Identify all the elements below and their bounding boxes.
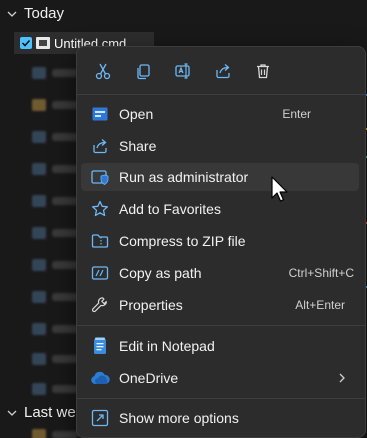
blurred-text [52, 133, 78, 141]
list-item[interactable] [32, 66, 80, 80]
menu-divider [77, 325, 365, 326]
list-item[interactable] [32, 382, 80, 396]
list-item[interactable] [32, 194, 80, 208]
list-item[interactable] [32, 162, 80, 176]
selection-checkbox[interactable] [20, 37, 32, 49]
list-item[interactable] [32, 352, 80, 366]
blurred-text [52, 293, 78, 301]
list-item[interactable] [32, 428, 80, 438]
blurred-text [52, 355, 78, 363]
menu-item-label: Copy as path [119, 265, 202, 281]
menu-item-edit-in-notepad[interactable]: Edit in Notepad [81, 332, 359, 360]
menu-item-run-as-admin[interactable]: Run as administrator [81, 163, 359, 191]
copy-icon [137, 64, 150, 80]
file-icon [32, 259, 46, 271]
explorer-window: Today Untitled.cmd Last wee Open Enter S… [0, 0, 367, 438]
delete-icon [257, 64, 269, 79]
cut-icon [95, 63, 111, 80]
blurred-text [52, 229, 78, 237]
menu-item-label: Share [119, 138, 157, 154]
file-icon [32, 67, 46, 79]
checkmark-icon [21, 39, 31, 47]
menu-item-label: Run as administrator [119, 169, 249, 185]
file-icon [32, 227, 46, 239]
zip-folder-icon [90, 231, 110, 251]
menu-item-label: Edit in Notepad [119, 338, 215, 354]
show-more-icon [90, 408, 110, 428]
menu-item-copy-as-path[interactable]: Copy as path Ctrl+Shift+C [81, 259, 359, 287]
menu-item-compress-zip[interactable]: Compress to ZIP file [81, 227, 359, 255]
file-icon [32, 291, 46, 303]
menu-divider [77, 398, 365, 399]
menu-item-label: Add to Favorites [119, 201, 221, 217]
cmd-file-icon [36, 37, 50, 49]
share-icon [216, 64, 230, 79]
group-title-today: Today [24, 5, 65, 22]
menu-item-label: Open [119, 106, 154, 122]
menu-item-add-to-favorites[interactable]: Add to Favorites [81, 195, 359, 223]
menu-item-show-more-options[interactable]: Show more options [81, 404, 359, 432]
menu-item-properties[interactable]: Properties Alt+Enter [81, 291, 359, 319]
blurred-text [52, 69, 78, 77]
file-icon [32, 195, 46, 207]
blurred-text [52, 101, 78, 109]
context-menu: Open Enter Share Run as administrator Ad… [76, 46, 366, 438]
shortcut-text: Alt+Enter [295, 298, 345, 312]
list-item[interactable] [32, 258, 80, 272]
blurred-text [52, 385, 78, 393]
blurred-text [52, 431, 78, 438]
share-icon [90, 136, 110, 156]
wrench-icon [90, 295, 110, 315]
menu-divider [77, 94, 365, 95]
file-icon [32, 163, 46, 175]
chevron-down-icon [7, 410, 17, 416]
notepad-icon [90, 336, 110, 356]
list-item[interactable] [32, 130, 80, 144]
list-item[interactable] [32, 290, 80, 304]
list-item[interactable] [32, 98, 80, 112]
open-icon [90, 104, 110, 124]
rename-icon [175, 63, 190, 79]
blurred-text [52, 165, 78, 173]
copy-path-icon [90, 263, 110, 283]
list-item[interactable] [32, 322, 80, 336]
star-icon [90, 199, 110, 219]
folder-icon [32, 429, 46, 438]
menu-item-label: Compress to ZIP file [119, 233, 246, 249]
chevron-down-icon [7, 11, 17, 17]
delete-button[interactable] [247, 57, 279, 85]
group-header-today[interactable]: Today [6, 5, 64, 22]
menu-item-open[interactable]: Open Enter [81, 100, 359, 128]
menu-item-share[interactable]: Share [81, 132, 359, 160]
shortcut-text: Ctrl+Shift+C [288, 266, 354, 280]
menu-item-onedrive[interactable]: OneDrive [81, 364, 359, 392]
shortcut-text: Enter [282, 107, 311, 121]
group-header-last-week[interactable]: Last wee [6, 404, 84, 421]
file-icon [32, 383, 46, 395]
rename-button[interactable] [167, 57, 199, 85]
list-item[interactable] [32, 226, 80, 240]
share-toolbar-button[interactable] [207, 57, 239, 85]
menu-item-label: OneDrive [119, 370, 179, 386]
mouse-cursor-icon [271, 176, 288, 202]
blurred-text [52, 261, 78, 269]
blurred-text [52, 197, 78, 205]
blurred-text [52, 325, 78, 333]
menu-item-label: Properties [119, 297, 183, 313]
file-icon [32, 323, 46, 335]
file-icon [32, 353, 46, 365]
file-icon [32, 131, 46, 143]
context-menu-toolbar [87, 57, 279, 85]
chevron-right-icon [339, 373, 345, 383]
menu-item-label: Show more options [119, 410, 239, 426]
cut-button[interactable] [87, 57, 119, 85]
folder-icon [32, 99, 46, 111]
copy-button[interactable] [127, 57, 159, 85]
admin-shield-icon [90, 167, 110, 187]
onedrive-cloud-icon [90, 368, 110, 388]
